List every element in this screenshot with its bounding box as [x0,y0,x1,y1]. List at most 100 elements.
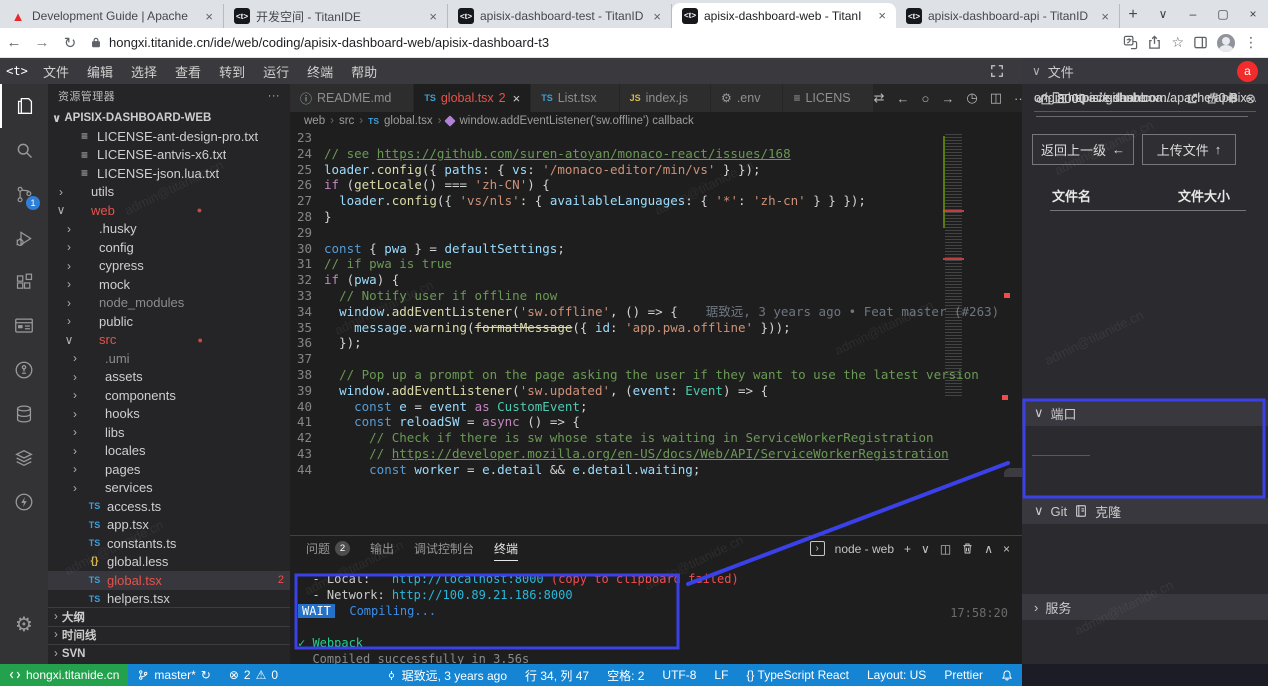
tree-item[interactable]: TS app.tsx [48,516,290,535]
outline-section[interactable]: › 大纲 [48,607,290,626]
nav-circle-icon[interactable]: ○ [922,91,930,106]
tree-item[interactable]: ≡ LICENSE-antvis-x6.txt [48,146,290,165]
upload-file-button[interactable]: 上传文件 ↑ [1142,134,1236,165]
browser-tab[interactable]: <t> apisix-dashboard-api - TitanID × [896,4,1120,28]
breadcrumb-folder[interactable]: src [339,115,354,127]
side-panel-icon[interactable] [1193,35,1208,50]
explorer-icon[interactable] [0,84,48,128]
history-icon[interactable]: ◷ [966,90,977,106]
address-url[interactable]: hongxi.titanide.cn/ide/web/coding/apisix… [109,35,549,50]
panel-tab[interactable]: 终端 [494,536,518,561]
code-editor[interactable]: 2324// see https://github.com/suren-atoy… [290,130,1022,477]
tree-item[interactable]: {} global.less [48,553,290,572]
translate-icon[interactable] [1123,35,1138,50]
tree-item[interactable]: › services [48,479,290,498]
editor-tab[interactable]: TS global.tsx 2 × [414,84,531,112]
breadcrumb-file[interactable]: global.tsx [384,115,433,127]
tree-item[interactable]: › pages [48,460,290,479]
tree-item[interactable]: TS constants.ts [48,534,290,553]
notifications-bell-icon[interactable] [992,664,1022,686]
tree-item[interactable]: › libs [48,423,290,442]
indentation-indicator[interactable]: 空格: 2 [598,664,653,686]
menu-item[interactable]: 选择 [122,62,166,81]
editor-tab[interactable]: ⓘ README.md [290,84,414,112]
reload-button[interactable]: ↻ [56,34,84,52]
menu-item[interactable]: 转到 [210,62,254,81]
keyboard-layout[interactable]: Layout: US [858,664,935,686]
tree-item[interactable]: › cypress [48,257,290,276]
menu-item[interactable]: 终端 [298,62,342,81]
tree-item[interactable]: › hooks [48,405,290,424]
panel-tab[interactable]: 调试控制台 [414,536,474,561]
timeline-section[interactable]: › 时间线 [48,626,290,645]
tree-item[interactable]: › utils [48,183,290,202]
source-control-icon[interactable]: 1 [0,172,48,216]
encoding-indicator[interactable]: UTF-8 [653,664,705,686]
menu-item[interactable]: 帮助 [342,62,386,81]
git-branch-indicator[interactable]: master* ↻ [128,664,219,686]
user-avatar-badge[interactable]: a [1237,61,1258,82]
editor-tab[interactable]: TS List.tsx [531,84,619,112]
tree-root[interactable]: ∨ APISIX-DASHBOARD-WEB [48,108,290,127]
menu-item[interactable]: 编辑 [78,62,122,81]
tree-item[interactable]: ∨ src ● [48,331,290,350]
preview-window-icon[interactable] [0,304,48,348]
browser-kebab-menu-icon[interactable]: ⋮ [1244,34,1258,51]
formatter-indicator[interactable]: Prettier [935,664,992,686]
tree-item[interactable]: ∨ web ● [48,201,290,220]
close-panel-icon[interactable]: × [1003,542,1010,556]
browser-tab[interactable]: ▲ Development Guide | Apache × [0,4,224,28]
back-to-parent-button[interactable]: 返回上一级 ← [1032,134,1134,165]
terminal-dropdown-icon[interactable]: ∨ [921,542,930,556]
fullscreen-icon[interactable] [990,64,1004,78]
editor-tab[interactable]: ⚙ .env [711,84,783,112]
terminal-shell-name[interactable]: node - web [835,542,894,556]
tab-close-icon[interactable]: × [203,9,215,24]
menu-item[interactable]: 运行 [254,62,298,81]
remote-host-indicator[interactable]: hongxi.titanide.cn [0,664,128,686]
menu-item[interactable]: 文件 [34,62,78,81]
maximize-panel-icon[interactable]: ∧ [984,542,993,556]
minimap[interactable] [945,134,962,396]
panel-expand-button[interactable]: › [1004,468,1022,477]
tree-item[interactable]: ≡ LICENSE-ant-design-pro.txt [48,127,290,146]
ports-section-header[interactable]: ∨ 端口 [1022,400,1268,426]
forward-button[interactable]: → [28,34,56,51]
svn-section[interactable]: › SVN [48,644,290,663]
editor-tab[interactable]: ≡ LICENS [783,84,873,112]
eol-indicator[interactable]: LF [705,664,737,686]
lightning-icon[interactable] [0,480,48,524]
tree-item[interactable]: ≡ LICENSE-json.lua.txt [48,164,290,183]
tree-item[interactable]: › components [48,386,290,405]
browser-tab[interactable]: <t> 开发空间 - TitanIDE × [224,4,448,28]
share-icon[interactable] [1147,35,1162,50]
breadcrumb-symbol[interactable]: window.addEventListener('sw.offline') ca… [459,115,693,127]
bookmark-star-icon[interactable]: ☆ [1171,34,1184,51]
language-mode[interactable]: {} TypeScript React [737,664,858,686]
window-close-button[interactable]: × [1238,7,1268,21]
tree-item[interactable]: › assets [48,368,290,387]
problems-indicator[interactable]: ⊗ 2 ⚠ 0 [220,664,287,686]
window-minimize-button[interactable]: – [1178,7,1208,21]
layers-icon[interactable] [0,436,48,480]
tree-item[interactable]: › config [48,238,290,257]
explorer-more-icon[interactable]: ··· [268,90,280,102]
cursor-position[interactable]: 行 34, 列 47 [516,664,598,686]
tree-item[interactable]: › mock [48,275,290,294]
git-remote-row[interactable]: origin https://github.com/apache/apisix-… [1034,84,1256,112]
panel-tab[interactable]: 输出 [370,536,394,561]
breadcrumb[interactable]: web › src › TS global.tsx › window.addEv… [290,112,1022,130]
new-tab-button[interactable]: + [1120,2,1146,28]
tree-item[interactable]: › node_modules [48,294,290,313]
editor-tab[interactable]: JS index.js [620,84,711,112]
tab-close-icon[interactable]: × [1099,9,1111,24]
tree-item[interactable]: TS global.tsx 2 [48,571,290,590]
tab-close-icon[interactable]: × [651,9,663,24]
search-icon[interactable] [0,128,48,172]
browser-tab[interactable]: <t> apisix-dashboard-test - TitanID × [448,4,672,28]
open-changes-icon[interactable]: ⇄ [874,90,885,106]
window-maximize-button[interactable]: ▢ [1208,7,1238,21]
new-terminal-icon[interactable]: + [904,542,911,556]
back-button[interactable]: ← [0,34,28,51]
browser-tab[interactable]: <t> apisix-dashboard-web - TitanI × [672,3,896,28]
